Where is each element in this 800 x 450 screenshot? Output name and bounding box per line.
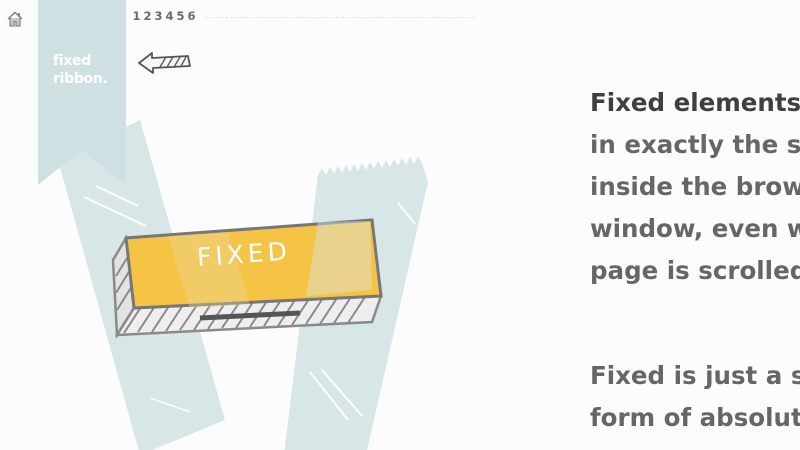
fixed-block xyxy=(111,218,383,339)
description-line-4: window, even w xyxy=(590,214,800,243)
description2-line-2: form of absolut xyxy=(590,403,800,432)
description-line-3: inside the brows xyxy=(590,172,800,201)
fixed-ribbon[interactable] xyxy=(30,0,130,190)
description-line-2: in exactly the sa xyxy=(590,130,800,159)
page: 1 2 3 4 5 6 FIXED fixed ribbon. Fixed el… xyxy=(0,0,800,450)
ribbon-label-line2: ribbon. xyxy=(53,71,108,87)
fixed-description: Fixed elements in exactly the sa inside … xyxy=(590,82,800,292)
ribbon-label: fixed ribbon. xyxy=(53,52,108,88)
arrow-left-icon xyxy=(138,52,191,74)
fixed-description-2: Fixed is just a sp form of absolut xyxy=(590,355,800,439)
ribbon-label-line1: fixed xyxy=(53,53,91,69)
description2-line-1: Fixed is just a sp xyxy=(590,361,800,390)
description-emphasis: Fixed elements xyxy=(590,88,800,117)
description-line-5: page is scrolled. xyxy=(590,256,800,285)
